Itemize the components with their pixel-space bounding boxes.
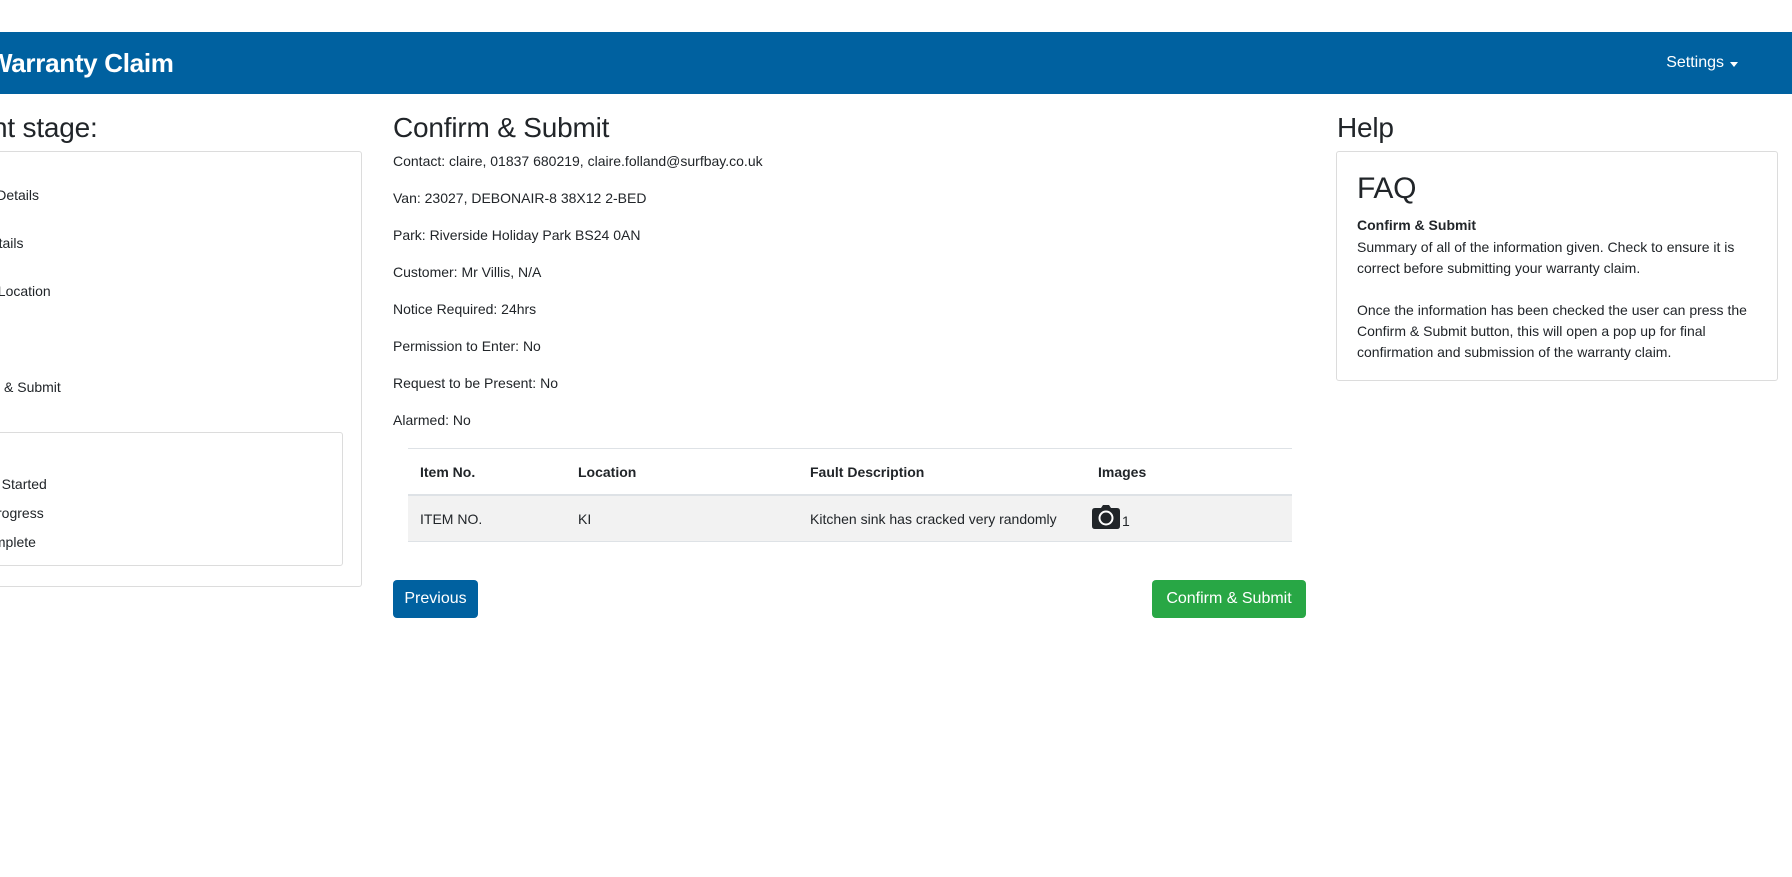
- settings-label: Settings: [1666, 54, 1724, 71]
- stage-item-park-location[interactable]: rk & Location: [0, 283, 51, 299]
- cell-fault-description: Kitchen sink has cracked very randomly: [810, 510, 1057, 527]
- faq-paragraph-summary: Summary of all of the information given.…: [1357, 239, 1735, 276]
- help-heading: Help: [1337, 112, 1394, 143]
- notice-info: Notice Required: 24hrs: [393, 301, 537, 317]
- stage-item-confirm-submit[interactable]: nfirm & Submit: [0, 379, 61, 395]
- cell-images: 1: [1092, 505, 1130, 532]
- header-images: Images: [1098, 463, 1147, 480]
- chevron-down-icon: [1730, 61, 1738, 67]
- stage-item-dealer-details[interactable]: aler Details: [0, 187, 39, 203]
- permission-info: Permission to Enter: No: [393, 338, 541, 354]
- cell-item-no: ITEM NO.: [420, 510, 483, 527]
- table-header-row: Item No. Location Fault Description Imag…: [408, 449, 1292, 496]
- image-count: 1: [1122, 513, 1130, 529]
- stage-item-van-details[interactable]: n Details: [0, 235, 23, 251]
- stage-heading: nt stage:: [0, 112, 98, 143]
- faq-paragraph-instructions: Once the information has been checked th…: [1357, 302, 1747, 360]
- top-navbar: Warranty Claim Settings: [0, 32, 1792, 94]
- header-location: Location: [578, 463, 637, 480]
- request-present-info: Request to be Present: No: [393, 375, 558, 391]
- header-fault-description: Fault Description: [810, 463, 925, 480]
- confirm-submit-button[interactable]: Confirm & Submit: [1152, 580, 1306, 618]
- customer-info: Customer: Mr Villis, N/A: [393, 264, 542, 280]
- alarmed-info: Alarmed: No: [393, 412, 471, 428]
- park-info: Park: Riverside Holiday Park BS24 0AN: [393, 227, 641, 243]
- items-table: Item No. Location Fault Description Imag…: [408, 448, 1292, 542]
- camera-icon[interactable]: [1092, 505, 1120, 529]
- header-item-no: Item No.: [420, 463, 476, 480]
- help-card: FAQ Confirm & Submit Summary of all of t…: [1336, 151, 1778, 381]
- van-info: Van: 23027, DEBONAIR-8 38X12 2-BED: [393, 190, 647, 206]
- table-row: ITEM NO. KI Kitchen sink has cracked ver…: [408, 496, 1292, 542]
- settings-dropdown[interactable]: Settings: [1666, 54, 1738, 72]
- faq-title: FAQ: [1357, 172, 1417, 205]
- contact-info: Contact: claire, 01837 680219, claire.fo…: [393, 153, 763, 169]
- page-title: Confirm & Submit: [393, 112, 610, 143]
- previous-button[interactable]: Previous: [393, 580, 478, 618]
- faq-subtitle: Confirm & Submit: [1357, 217, 1476, 233]
- image-link[interactable]: 1: [1092, 505, 1130, 529]
- legend-not-started: Not Started: [0, 476, 47, 492]
- status-legend: Not Started n Progress Complete: [0, 432, 343, 566]
- cell-location: KI: [578, 510, 592, 527]
- app-title[interactable]: Warranty Claim: [0, 48, 174, 79]
- legend-in-progress: n Progress: [0, 505, 44, 521]
- stage-card: aler Details n Details rk & Location ms …: [0, 151, 362, 587]
- legend-complete: Complete: [0, 534, 36, 550]
